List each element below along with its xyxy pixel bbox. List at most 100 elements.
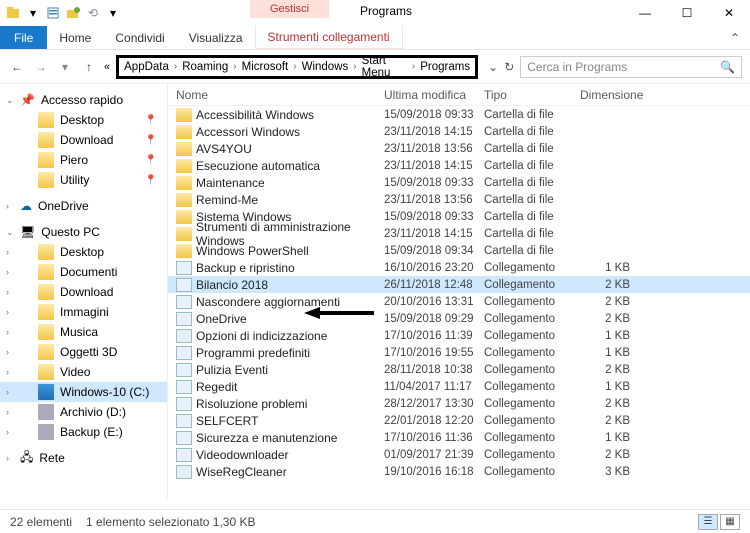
file-row[interactable]: Opzioni di indicizzazione17/10/2016 11:3… xyxy=(168,327,750,344)
drive-icon xyxy=(38,404,54,420)
network-icon: 🖧 xyxy=(20,448,33,469)
window-title: Programs xyxy=(360,4,412,18)
file-row[interactable]: Videodownloader01/09/2017 21:39Collegame… xyxy=(168,446,750,463)
shortcut-icon xyxy=(176,465,192,479)
file-row[interactable]: Nascondere aggiornamenti20/10/2016 13:31… xyxy=(168,293,750,310)
quick-access-item[interactable]: Utility📍 xyxy=(0,170,167,190)
file-row[interactable]: SELFCERT22/01/2018 12:20Collegamento2 KB xyxy=(168,412,750,429)
this-pc-item[interactable]: ›Desktop xyxy=(0,242,167,262)
folder-icon xyxy=(38,324,54,340)
navigation-pane: ⌄📌 Accesso rapido Desktop📍Download📍Piero… xyxy=(0,84,168,499)
this-pc-item[interactable]: ›Download xyxy=(0,282,167,302)
this-pc-item[interactable]: ›Musica xyxy=(0,322,167,342)
maximize-button[interactable]: ☐ xyxy=(666,0,708,26)
folder-icon xyxy=(38,152,54,168)
file-row[interactable]: Accessibilità Windows15/09/2018 09:33Car… xyxy=(168,106,750,123)
quick-access-item[interactable]: Piero📍 xyxy=(0,150,167,170)
onedrive[interactable]: ›☁ OneDrive xyxy=(0,196,167,216)
ribbon-collapse-icon[interactable]: ⌃ xyxy=(730,31,750,45)
status-bar: 22 elementi 1 elemento selezionato 1,30 … xyxy=(0,509,750,533)
folder-icon xyxy=(176,227,192,241)
breadcrumb-bar[interactable]: AppData› Roaming› Microsoft› Windows› St… xyxy=(116,55,478,79)
this-pc-item[interactable]: ›Backup (E:) xyxy=(0,422,167,442)
shortcut-icon xyxy=(176,261,192,275)
close-button[interactable]: ✕ xyxy=(708,0,750,26)
view-tab[interactable]: Visualizza xyxy=(177,26,255,49)
file-row[interactable]: Remind-Me23/11/2018 13:56Cartella di fil… xyxy=(168,191,750,208)
quick-access[interactable]: ⌄📌 Accesso rapido xyxy=(0,90,167,110)
search-icon[interactable]: 🔍 xyxy=(720,60,735,74)
link-tools-tab[interactable]: Strumenti collegamenti xyxy=(255,26,403,49)
folder-icon xyxy=(38,304,54,320)
folder-icon xyxy=(38,172,54,188)
share-tab[interactable]: Condividi xyxy=(103,26,176,49)
folder-icon xyxy=(38,132,54,148)
file-row[interactable]: Maintenance15/09/2018 09:33Cartella di f… xyxy=(168,174,750,191)
home-tab[interactable]: Home xyxy=(47,26,103,49)
new-folder-icon[interactable] xyxy=(64,4,82,22)
this-pc-item[interactable]: ›Video xyxy=(0,362,167,382)
pin-icon: 📍 xyxy=(145,135,157,146)
this-pc[interactable]: ⌄🖥 Questo PC xyxy=(0,222,167,242)
file-row[interactable]: Accessori Windows23/11/2018 14:15Cartell… xyxy=(168,123,750,140)
this-pc-item[interactable]: ›Immagini xyxy=(0,302,167,322)
details-view-button[interactable]: ☰ xyxy=(698,514,718,530)
folder-icon xyxy=(38,284,54,300)
folder-icon xyxy=(176,244,192,258)
file-row[interactable]: Programmi predefiniti17/10/2016 19:55Col… xyxy=(168,344,750,361)
folder-icon xyxy=(38,364,54,380)
folder-icon xyxy=(176,193,192,207)
quick-access-toolbar: ▾ ⟲ ▾ xyxy=(4,4,122,22)
properties-icon[interactable] xyxy=(44,4,62,22)
file-row[interactable]: Bilancio 201826/11/2018 12:48Collegament… xyxy=(168,276,750,293)
up-button[interactable]: ↑ xyxy=(80,58,98,76)
qat-dropdown-icon[interactable]: ▾ xyxy=(104,4,122,22)
file-row[interactable]: Pulizia Eventi28/11/2018 10:38Collegamen… xyxy=(168,361,750,378)
this-pc-item[interactable]: ›Oggetti 3D xyxy=(0,342,167,362)
large-icons-view-button[interactable]: ▦ xyxy=(720,514,740,530)
minimize-button[interactable]: — xyxy=(624,0,666,26)
search-input[interactable]: Cerca in Programs 🔍 xyxy=(520,56,742,78)
title-bar: ▾ ⟲ ▾ Gestisci Programs — ☐ ✕ xyxy=(0,0,750,26)
file-row[interactable]: Esecuzione automatica23/11/2018 14:15Car… xyxy=(168,157,750,174)
quick-access-item[interactable]: Desktop📍 xyxy=(0,110,167,130)
this-pc-item[interactable]: ›Windows-10 (C:) xyxy=(0,382,167,402)
recent-dropdown[interactable]: ▾ xyxy=(56,58,74,76)
shortcut-icon xyxy=(176,397,192,411)
back-button[interactable]: ← xyxy=(8,58,26,76)
file-row[interactable]: Windows PowerShell15/09/2018 09:34Cartel… xyxy=(168,242,750,259)
file-row[interactable]: WiseRegCleaner19/10/2016 16:18Collegamen… xyxy=(168,463,750,480)
quick-access-item[interactable]: Download📍 xyxy=(0,130,167,150)
file-tab[interactable]: File xyxy=(0,26,47,49)
shortcut-icon xyxy=(176,448,192,462)
breadcrumb-ellipsis[interactable]: « xyxy=(104,61,110,73)
folder-icon xyxy=(176,176,192,190)
refresh-icon[interactable]: ↻ xyxy=(504,60,514,74)
address-dropdown-icon[interactable]: ⌄ xyxy=(488,60,498,74)
shortcut-icon xyxy=(176,363,192,377)
file-list: Nome Ultima modifica Tipo Dimensione Acc… xyxy=(168,84,750,499)
undo-icon[interactable]: ⟲ xyxy=(84,4,102,22)
file-row[interactable]: Backup e ripristino16/10/2016 23:20Colle… xyxy=(168,259,750,276)
drive-icon xyxy=(38,424,54,440)
file-row[interactable]: Risoluzione problemi28/12/2017 13:30Coll… xyxy=(168,395,750,412)
shortcut-icon xyxy=(176,329,192,343)
column-headers[interactable]: Nome Ultima modifica Tipo Dimensione xyxy=(168,84,750,106)
file-row[interactable]: Regedit11/04/2017 11:17Collegamento1 KB xyxy=(168,378,750,395)
folder-icon xyxy=(38,112,54,128)
forward-button[interactable]: → xyxy=(32,58,50,76)
network[interactable]: ›🖧 Rete xyxy=(0,448,167,468)
this-pc-item[interactable]: ›Archivio (D:) xyxy=(0,402,167,422)
file-row[interactable]: AVS4YOU23/11/2018 13:56Cartella di file xyxy=(168,140,750,157)
manage-contextual-tab[interactable]: Gestisci xyxy=(250,0,329,26)
selection-info: 1 elemento selezionato 1,30 KB xyxy=(86,515,255,529)
ribbon-tabs: File Home Condividi Visualizza Strumenti… xyxy=(0,26,750,50)
file-row[interactable]: OneDrive15/09/2018 09:29Collegamento2 KB xyxy=(168,310,750,327)
shortcut-icon xyxy=(176,414,192,428)
file-row[interactable]: Strumenti di amministrazione Windows23/1… xyxy=(168,225,750,242)
this-pc-item[interactable]: ›Documenti xyxy=(0,262,167,282)
file-row[interactable]: Sicurezza e manutenzione17/10/2016 11:36… xyxy=(168,429,750,446)
folder-icon xyxy=(38,264,54,280)
qat-down-icon[interactable]: ▾ xyxy=(24,4,42,22)
cloud-icon: ☁ xyxy=(20,199,32,213)
